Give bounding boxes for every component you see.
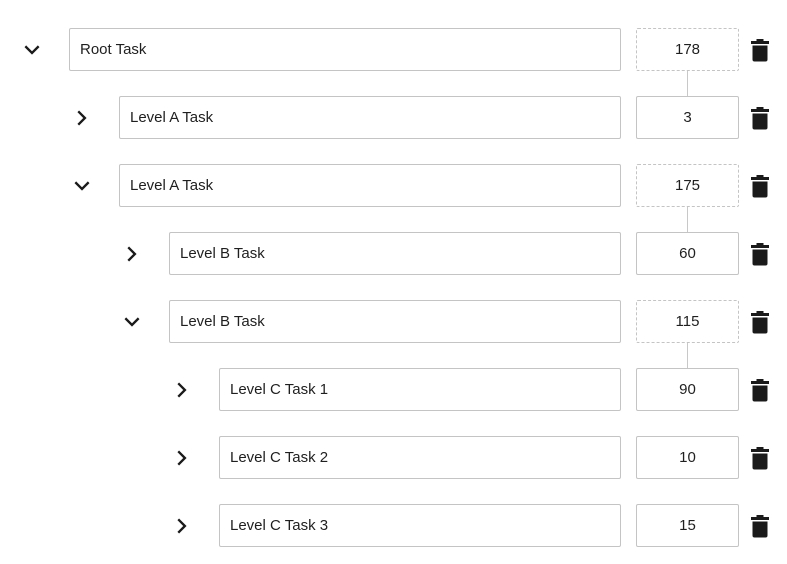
trash-icon[interactable] bbox=[748, 377, 772, 403]
chevron-down-icon[interactable] bbox=[69, 173, 95, 199]
trash-icon[interactable] bbox=[748, 241, 772, 267]
trash-icon[interactable] bbox=[748, 173, 772, 199]
trash-icon[interactable] bbox=[748, 513, 772, 539]
task-row: 3 bbox=[0, 96, 787, 139]
tree-connector-line bbox=[687, 71, 688, 96]
trash-icon[interactable] bbox=[748, 105, 772, 131]
tree-connector-line bbox=[687, 343, 688, 368]
chevron-down-icon[interactable] bbox=[119, 309, 145, 335]
task-row: 90 bbox=[0, 368, 787, 411]
task-row: 115 bbox=[0, 300, 787, 343]
chevron-right-icon[interactable] bbox=[69, 105, 95, 131]
chevron-right-icon[interactable] bbox=[169, 445, 195, 471]
chevron-right-icon[interactable] bbox=[119, 241, 145, 267]
task-name-input[interactable] bbox=[219, 368, 621, 411]
task-value-input[interactable]: 3 bbox=[636, 96, 739, 139]
chevron-down-icon[interactable] bbox=[19, 37, 45, 63]
task-value-input[interactable]: 10 bbox=[636, 436, 739, 479]
task-total-value: 175 bbox=[636, 164, 739, 207]
task-row: 178 bbox=[0, 28, 787, 71]
task-name-input[interactable] bbox=[219, 436, 621, 479]
tree-connector-line bbox=[687, 207, 688, 232]
task-row: 60 bbox=[0, 232, 787, 275]
task-row: 175 bbox=[0, 164, 787, 207]
task-total-value: 178 bbox=[636, 28, 739, 71]
trash-icon[interactable] bbox=[748, 37, 772, 63]
chevron-right-icon[interactable] bbox=[169, 377, 195, 403]
chevron-right-icon[interactable] bbox=[169, 513, 195, 539]
trash-icon[interactable] bbox=[748, 445, 772, 471]
task-total-value: 115 bbox=[636, 300, 739, 343]
task-row: 15 bbox=[0, 504, 787, 547]
task-name-input[interactable] bbox=[69, 28, 621, 71]
task-value-input[interactable]: 60 bbox=[636, 232, 739, 275]
task-name-input[interactable] bbox=[119, 164, 621, 207]
task-row: 10 bbox=[0, 436, 787, 479]
task-name-input[interactable] bbox=[219, 504, 621, 547]
task-value-input[interactable]: 90 bbox=[636, 368, 739, 411]
trash-icon[interactable] bbox=[748, 309, 772, 335]
task-value-input[interactable]: 15 bbox=[636, 504, 739, 547]
task-tree: 178 3 175 60 115 90 10 15 bbox=[0, 0, 787, 564]
task-name-input[interactable] bbox=[169, 300, 621, 343]
task-name-input[interactable] bbox=[169, 232, 621, 275]
task-name-input[interactable] bbox=[119, 96, 621, 139]
